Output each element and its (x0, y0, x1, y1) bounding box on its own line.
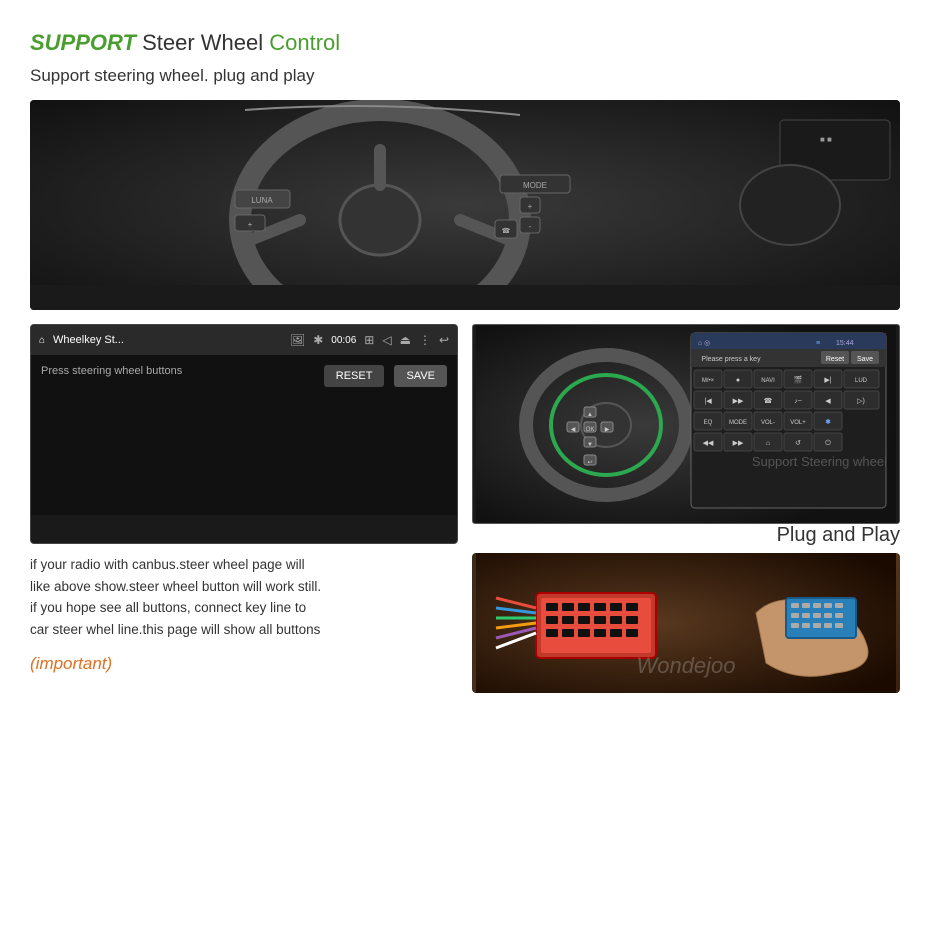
svg-text:☎: ☎ (764, 397, 773, 405)
press-steering-text: Press steering wheel buttons (41, 365, 314, 377)
svg-text:✱: ✱ (825, 418, 831, 426)
svg-text:VOL+: VOL+ (790, 420, 806, 426)
plug-and-play-label: Plug and Play (472, 524, 900, 553)
svg-text:≡: ≡ (816, 340, 820, 347)
steering-wheel-svg: LUNA + MODE + - ☎ ■ ■ (30, 100, 900, 310)
more-icon: ⋮ (419, 333, 431, 347)
image-icon: 🖼 (290, 333, 305, 347)
svg-text:■ ■: ■ ■ (820, 135, 832, 144)
page: SUPPORT Steer Wheel Control Support stee… (0, 0, 930, 930)
svg-text:▶▶: ▶▶ (733, 398, 744, 405)
right-panel: ▲ OK ▼ ▶ ◀ ↩ ⌂ ◎ 15:44 (472, 324, 900, 910)
save-button[interactable]: SAVE (394, 365, 447, 387)
svg-text:Please press a key: Please press a key (701, 356, 761, 363)
description-text: if your radio with canbus.steer wheel pa… (30, 554, 458, 640)
title-control: Control (269, 30, 340, 55)
left-panel: ⌂ Wheelkey St... 🖼 ✱ 00:06 ⊞ ◁ ⏏ ⋮ ↩ Pre… (30, 324, 458, 910)
svg-text:⌂ ◎: ⌂ ◎ (698, 340, 710, 347)
android-ui-screenshot: ⌂ Wheelkey St... 🖼 ✱ 00:06 ⊞ ◁ ⏏ ⋮ ↩ Pre… (30, 324, 458, 544)
svg-text:▶▶: ▶▶ (733, 440, 744, 447)
app-title: Wheelkey St... (53, 334, 282, 346)
svg-text:◀◀: ◀◀ (703, 440, 714, 447)
subtitle-text: Support steering wheel. plug and play (30, 66, 900, 86)
svg-text:↺: ↺ (795, 440, 801, 447)
svg-text:☎: ☎ (502, 227, 511, 235)
android-content-area: Press steering wheel buttons RESET SAVE (31, 355, 457, 515)
time-display: 00:06 (331, 335, 356, 346)
stereo-screenshot: ▲ OK ▼ ▶ ◀ ↩ ⌂ ◎ 15:44 (472, 324, 900, 524)
stereo-svg: ▲ OK ▼ ▶ ◀ ↩ ⌂ ◎ 15:44 (473, 325, 899, 524)
svg-text:◀: ◀ (571, 427, 576, 433)
steering-wheel-image: LUNA + MODE + - ☎ ■ ■ (30, 100, 900, 310)
svg-text:OK: OK (586, 427, 595, 433)
svg-text:-: - (529, 222, 532, 231)
title-steer: Steer Wheel (136, 30, 269, 55)
important-label: (important) (30, 654, 458, 674)
volume-icon: ◁ (382, 333, 391, 347)
svg-text:15:44: 15:44 (836, 340, 854, 347)
support-steering-label: Support Steering wheel (752, 448, 887, 471)
svg-text:+: + (528, 202, 533, 211)
svg-text:Reset: Reset (826, 356, 844, 363)
svg-text:◀: ◀ (825, 398, 831, 405)
media-icon: ⊞ (364, 333, 374, 347)
title-heading: SUPPORT Steer Wheel Control (30, 30, 900, 56)
svg-text:⏻: ⏻ (825, 439, 831, 447)
svg-text:Save: Save (857, 356, 873, 363)
svg-text:MODE: MODE (523, 181, 547, 190)
svg-text:▶: ▶ (605, 427, 610, 433)
svg-text:Wondejoo: Wondejoo (636, 653, 735, 678)
svg-text:LUD: LUD (855, 378, 868, 384)
svg-text:+: + (248, 220, 253, 229)
svg-text:▼: ▼ (587, 442, 593, 448)
bottom-section: ⌂ Wheelkey St... 🖼 ✱ 00:06 ⊞ ◁ ⏏ ⋮ ↩ Pre… (30, 324, 900, 910)
svg-text:▲: ▲ (587, 412, 593, 418)
svg-text:♪~: ♪~ (794, 398, 802, 405)
eject-icon: ⏏ (400, 333, 411, 347)
svg-text:MODE: MODE (729, 420, 747, 426)
svg-text:🎬: 🎬 (794, 375, 803, 384)
title-section: SUPPORT Steer Wheel Control (30, 30, 900, 56)
svg-text:●: ● (736, 377, 740, 384)
wire-connector-image: Wondejoo (472, 553, 900, 693)
android-status-bar: ⌂ Wheelkey St... 🖼 ✱ 00:06 ⊞ ◁ ⏏ ⋮ ↩ (31, 325, 457, 355)
title-support: SUPPORT (30, 30, 136, 55)
home-icon: ⌂ (39, 335, 45, 346)
back-icon: ↩ (439, 333, 449, 347)
svg-text:NAVI: NAVI (761, 378, 775, 384)
wire-svg: Wondejoo (472, 553, 900, 693)
svg-text:LUNA: LUNA (251, 196, 273, 205)
svg-text:⌂: ⌂ (766, 440, 770, 447)
svg-text:M/•×: M/•× (702, 378, 715, 384)
reset-button[interactable]: RESET (324, 365, 385, 387)
svg-text:EQ: EQ (704, 420, 713, 426)
svg-text:↩: ↩ (587, 460, 592, 466)
svg-text:VOL-: VOL- (761, 420, 775, 426)
svg-text:|◀: |◀ (704, 398, 712, 405)
svg-text:▷): ▷) (857, 398, 865, 405)
svg-text:▶|: ▶| (824, 377, 831, 384)
bluetooth-icon: ✱ (313, 333, 323, 347)
